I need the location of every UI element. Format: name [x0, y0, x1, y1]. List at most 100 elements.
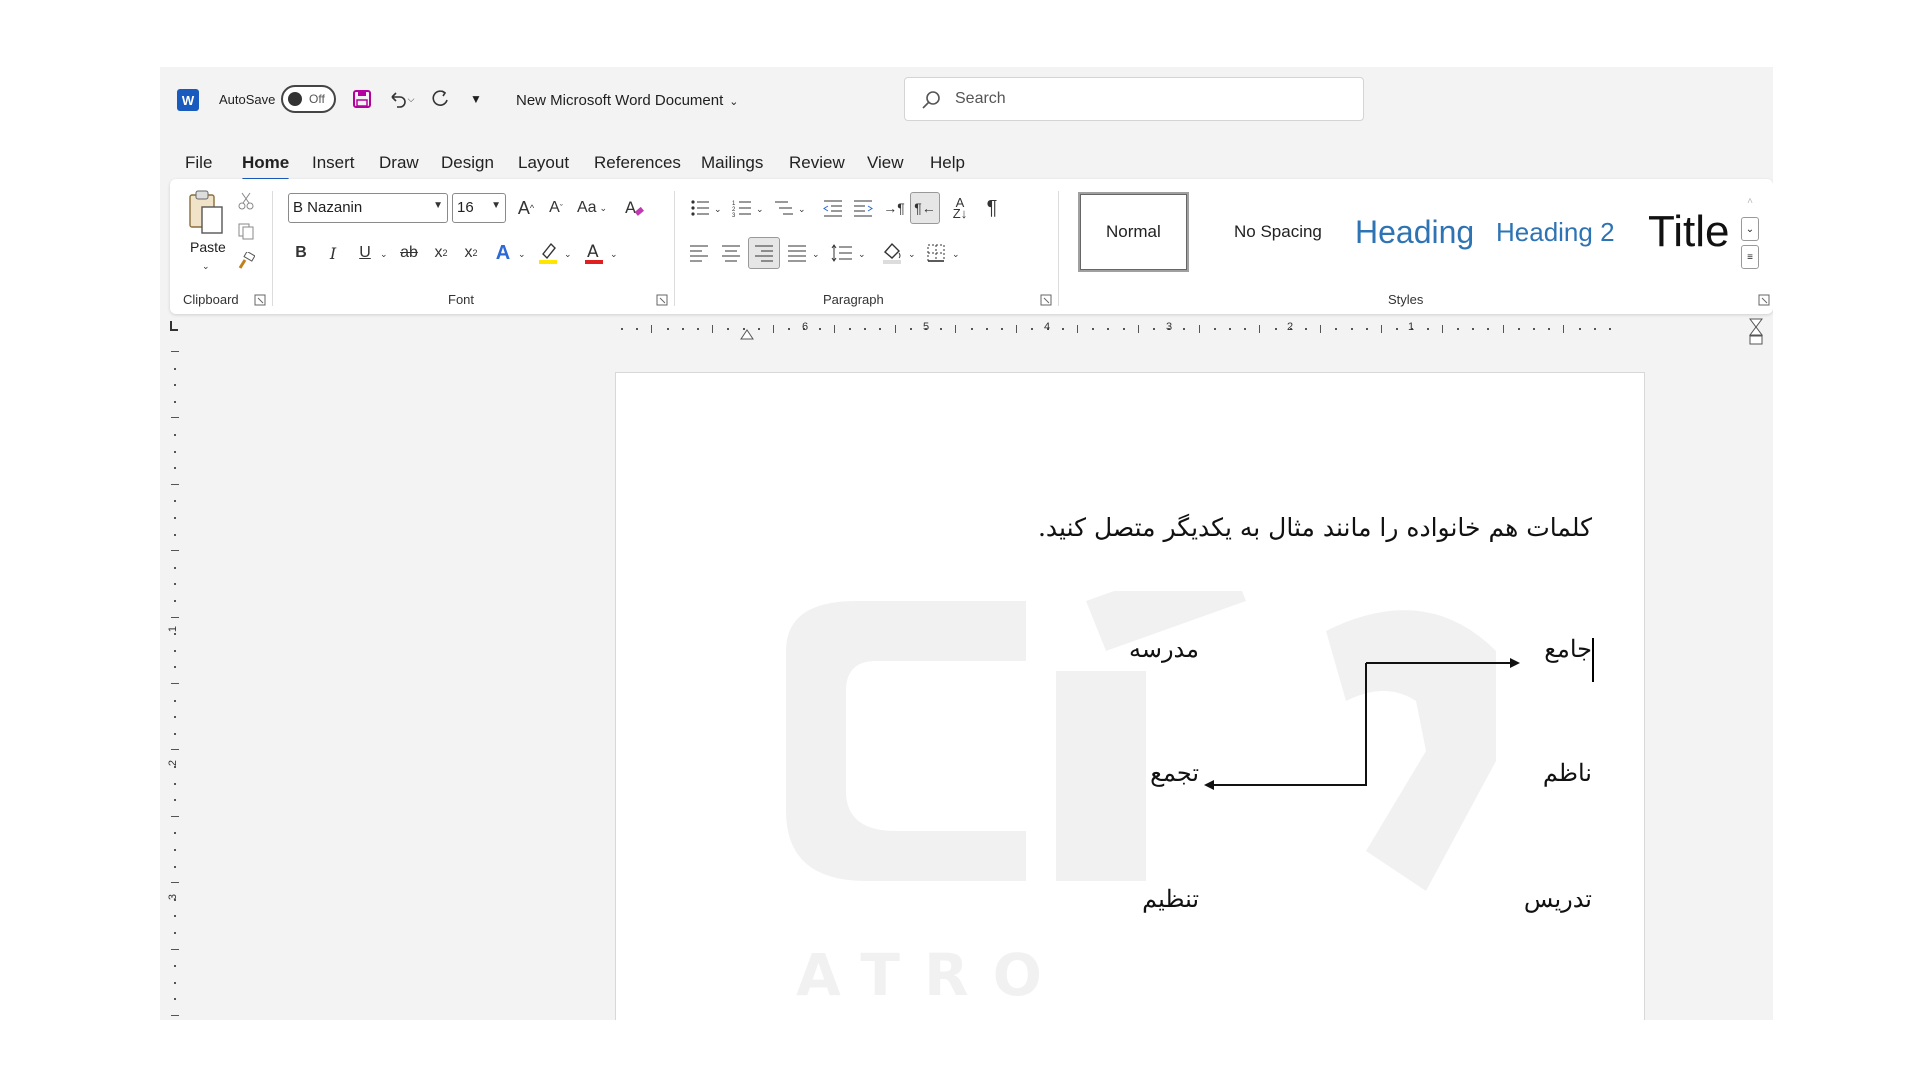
numbering-dropdown-icon[interactable]: ⌄ [756, 204, 764, 215]
underline-icon[interactable]: U [352, 239, 378, 267]
document-title[interactable]: New Microsoft Word Document ⌄ [516, 92, 739, 109]
autosave-state: Off [309, 92, 325, 106]
sort-icon[interactable]: A Z↓ [946, 194, 974, 222]
style-normal[interactable]: Normal [1078, 192, 1189, 272]
italic-icon[interactable]: I [320, 239, 346, 267]
cut-icon[interactable] [234, 189, 258, 213]
ruler-tick [1001, 328, 1003, 330]
show-formatting-icon[interactable]: ¶ [980, 194, 1004, 222]
gallery-up-icon[interactable]: ˄ [1741, 189, 1759, 213]
align-right-icon[interactable] [748, 237, 780, 269]
rtl-direction-icon[interactable]: ¶← [910, 192, 940, 224]
vertical-ruler[interactable]: 1 2 3 [167, 347, 182, 1020]
tab-file[interactable]: File [185, 153, 212, 173]
gallery-down-icon[interactable]: ⌄ [1741, 217, 1759, 241]
style-no-spacing[interactable]: No Spacing [1234, 192, 1322, 272]
align-left-icon[interactable] [686, 239, 712, 267]
align-center-icon[interactable] [718, 239, 744, 267]
horizontal-ruler[interactable]: 6 5 4 3 2 1 [170, 318, 1763, 345]
copy-icon[interactable] [234, 219, 258, 243]
save-icon[interactable] [350, 87, 374, 111]
tab-review[interactable]: Review [789, 153, 845, 173]
tab-help[interactable]: Help [930, 153, 965, 173]
format-painter-icon[interactable] [234, 249, 258, 273]
paste-label[interactable]: Paste [190, 239, 226, 255]
grow-font-icon[interactable]: A ^ [514, 194, 538, 222]
shrink-font-icon[interactable]: Aˇ [544, 194, 568, 222]
text-effects-dropdown-icon[interactable]: ⌄ [518, 249, 526, 260]
connector-arrow[interactable] [616, 373, 1646, 1020]
tab-selector-icon[interactable] [168, 319, 180, 338]
tab-references[interactable]: References [594, 153, 681, 173]
multilevel-dropdown-icon[interactable]: ⌄ [798, 204, 806, 215]
ruler-number: 5 [923, 321, 930, 333]
ruler-tick [955, 325, 957, 333]
tab-view[interactable]: View [867, 153, 904, 173]
justify-icon[interactable] [784, 239, 810, 267]
tab-mailings[interactable]: Mailings [701, 153, 763, 173]
tab-design[interactable]: Design [441, 153, 494, 173]
shading-dropdown-icon[interactable]: ⌄ [908, 249, 916, 260]
customize-toolbar-icon[interactable]: ▼ [464, 87, 488, 111]
tab-layout[interactable]: Layout [518, 153, 569, 173]
document-page[interactable]: ATRO ACADEMY کلمات هم خانواده را مانند م… [615, 372, 1645, 1020]
ltr-direction-icon[interactable]: →¶ [882, 194, 906, 222]
subscript-icon[interactable]: x2 [428, 239, 454, 267]
clear-formatting-icon[interactable]: A [620, 194, 648, 222]
highlight-dropdown-icon[interactable]: ⌄ [564, 249, 572, 260]
multilevel-list-icon[interactable] [770, 194, 798, 222]
paste-icon[interactable] [182, 187, 230, 237]
ruler-tick [1077, 325, 1078, 333]
gallery-more-icon[interactable]: ≡ [1741, 245, 1759, 269]
ruler-tick [1016, 325, 1018, 333]
borders-dropdown-icon[interactable]: ⌄ [952, 249, 960, 260]
ruler-tick [174, 849, 176, 851]
line-spacing-icon[interactable] [828, 239, 856, 267]
shading-icon[interactable] [878, 237, 906, 267]
paragraph-launcher-icon[interactable] [1040, 293, 1052, 306]
strikethrough-icon[interactable]: ab [396, 239, 422, 267]
ruler-tick [1457, 328, 1459, 330]
change-case-icon[interactable]: Aa ⌄ [574, 194, 610, 222]
tab-insert[interactable]: Insert [312, 153, 355, 173]
ruler-tick [174, 981, 176, 984]
ruler-tick [174, 566, 176, 569]
redo-icon[interactable] [428, 87, 452, 111]
style-title[interactable]: Title [1648, 192, 1730, 272]
numbering-icon[interactable]: 123 [728, 194, 756, 222]
ruler-tick [174, 533, 176, 536]
ruler-tick [174, 517, 176, 519]
highlight-icon[interactable] [534, 237, 562, 267]
indent-marker-right[interactable] [1748, 317, 1764, 352]
text-effects-icon[interactable]: A [490, 239, 516, 267]
indent-marker-left[interactable] [740, 327, 754, 345]
style-heading-2[interactable]: Heading 2 [1496, 192, 1615, 272]
bold-icon[interactable]: B [288, 239, 314, 267]
search-box[interactable]: Search [904, 77, 1364, 121]
ruler-tick [174, 766, 176, 768]
font-size-combo[interactable]: 16 ▼ [452, 193, 506, 223]
undo-dropdown-icon[interactable]: ⌵ [404, 87, 418, 111]
decrease-indent-icon[interactable] [820, 194, 846, 222]
superscript-icon[interactable]: x2 [458, 239, 484, 267]
font-color-dropdown-icon[interactable]: ⌄ [610, 249, 618, 260]
ruler-number: 3 [1166, 321, 1173, 333]
paste-dropdown-icon[interactable]: ⌄ [202, 261, 210, 272]
bullets-dropdown-icon[interactable]: ⌄ [714, 204, 722, 215]
font-name-combo[interactable]: B Nazanin ▼ [288, 193, 448, 223]
font-color-icon[interactable]: A [580, 237, 608, 267]
clipboard-launcher-icon[interactable] [254, 293, 266, 306]
tab-draw[interactable]: Draw [379, 153, 419, 173]
borders-icon[interactable] [922, 239, 950, 267]
font-launcher-icon[interactable] [656, 293, 668, 306]
styles-launcher-icon[interactable] [1758, 293, 1770, 306]
justify-dropdown-icon[interactable]: ⌄ [812, 249, 820, 260]
ruler-tick [171, 683, 179, 684]
bullets-icon[interactable] [686, 194, 714, 222]
underline-dropdown-icon[interactable]: ⌄ [380, 249, 388, 260]
autosave-toggle[interactable]: Off [281, 85, 336, 113]
tab-home[interactable]: Home [242, 153, 290, 181]
line-spacing-dropdown-icon[interactable]: ⌄ [858, 249, 866, 260]
increase-indent-icon[interactable] [850, 194, 876, 222]
style-heading-1[interactable]: Heading [1355, 192, 1474, 272]
